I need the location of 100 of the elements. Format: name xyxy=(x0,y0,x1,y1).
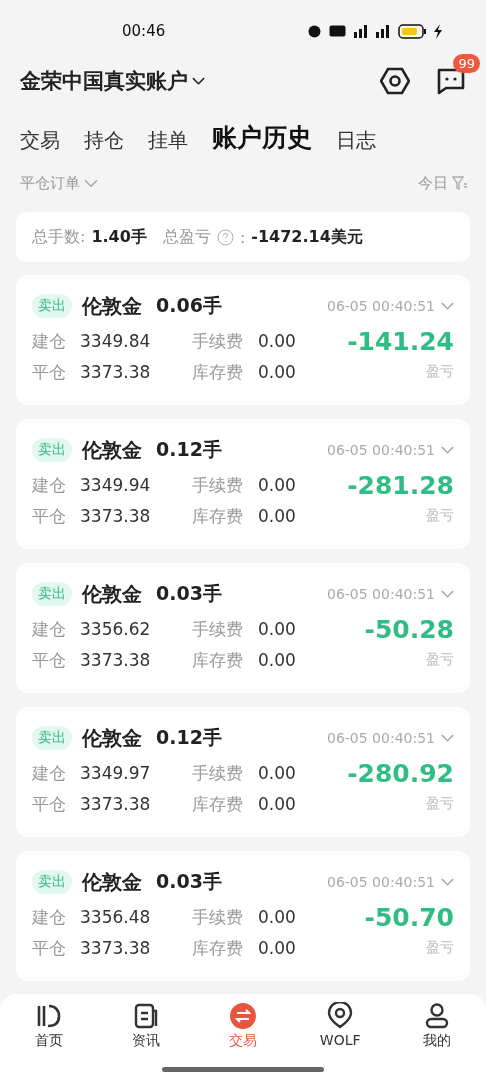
lots: 0.12手 xyxy=(156,437,222,462)
swap-label: 库存费 xyxy=(192,936,244,960)
profit-value: -50.28 xyxy=(364,614,454,644)
profit-label: 盈亏 xyxy=(426,939,454,957)
symbol: 伦敦金 xyxy=(82,724,142,752)
close-label: 平仓 xyxy=(32,360,67,384)
fee-value: 0.00 xyxy=(258,475,297,495)
swap-label: 库存费 xyxy=(192,360,244,384)
symbol: 伦敦金 xyxy=(82,580,142,608)
profit-label: 盈亏 xyxy=(426,363,454,381)
chevron-down-icon xyxy=(192,77,205,85)
chevron-down-icon xyxy=(441,734,454,742)
notification-badge: 99 xyxy=(453,54,480,73)
close-label: 平仓 xyxy=(32,936,67,960)
filter-icon xyxy=(452,175,468,191)
chevron-down-icon xyxy=(441,446,454,454)
tab[interactable]: 持仓 xyxy=(84,127,124,154)
tab[interactable]: 日志 xyxy=(336,127,376,154)
lots: 0.03手 xyxy=(156,869,222,894)
symbol: 伦敦金 xyxy=(82,868,142,896)
close-label: 平仓 xyxy=(32,504,67,528)
order-card[interactable]: 卖出 伦敦金 0.03手 06-05 00:40:51 建仓 3356.62 手续费 0.00 -50.28 平仓 3373.38 库存费 0.00 盈亏 xyxy=(16,563,470,693)
account-selector[interactable]: 金荣中国真实账户 xyxy=(20,67,205,95)
status-time: 00:46 xyxy=(122,22,166,40)
nav-item[interactable]: 首页 xyxy=(0,1002,98,1060)
symbol: 伦敦金 xyxy=(82,436,142,464)
fee-value: 0.00 xyxy=(258,619,297,639)
close-label: 平仓 xyxy=(32,792,67,816)
close-price: 3373.38 xyxy=(80,506,152,526)
tab[interactable]: 交易 xyxy=(20,127,60,154)
open-label: 建仓 xyxy=(32,905,67,929)
lots: 0.06手 xyxy=(156,293,222,318)
colon: : xyxy=(239,227,246,247)
battery-icon xyxy=(398,23,426,39)
nav-item[interactable]: 我的 xyxy=(388,1002,486,1060)
total-pl-label: 总盈亏 xyxy=(162,226,211,248)
lots: 0.12手 xyxy=(156,725,222,750)
swap-label: 库存费 xyxy=(192,504,244,528)
fee-value: 0.00 xyxy=(258,331,297,351)
open-price: 3349.97 xyxy=(80,763,152,783)
side-tag: 卖出 xyxy=(32,726,72,750)
open-label: 建仓 xyxy=(32,473,67,497)
swap-value: 0.00 xyxy=(258,650,297,670)
total-pl: -1472.14美元 xyxy=(251,226,363,248)
profit-label: 盈亏 xyxy=(426,651,454,669)
order-card[interactable]: 卖出 伦敦金 0.12手 06-05 00:40:51 建仓 3349.94 手续费 0.00 -281.28 平仓 3373.38 库存费 0.00 盈亏 xyxy=(16,419,470,549)
close-price: 3373.38 xyxy=(80,650,152,670)
close-price: 3373.38 xyxy=(80,938,152,958)
charging-icon xyxy=(434,23,442,39)
profit-label: 盈亏 xyxy=(426,507,454,525)
side-tag: 卖出 xyxy=(32,438,72,462)
swap-label: 库存费 xyxy=(192,648,244,672)
fee-label: 手续费 xyxy=(192,617,244,641)
open-price: 3356.62 xyxy=(80,619,152,639)
swap-value: 0.00 xyxy=(258,794,297,814)
profit-value: -141.24 xyxy=(347,326,454,356)
fee-value: 0.00 xyxy=(258,763,297,783)
chevron-down-icon xyxy=(441,878,454,886)
signal-icon xyxy=(354,24,368,38)
nav-item[interactable]: 资讯 xyxy=(97,1002,195,1060)
order-card[interactable]: 卖出 伦敦金 0.12手 06-05 00:40:51 建仓 3349.97 手续费 0.00 -280.92 平仓 3373.38 库存费 0.00 盈亏 xyxy=(16,707,470,837)
signal-icon xyxy=(376,24,390,38)
profit-value: -280.92 xyxy=(347,758,454,788)
exchange-icon xyxy=(229,1002,257,1030)
lots: 0.03手 xyxy=(156,581,222,606)
tab[interactable]: 挂单 xyxy=(148,127,188,154)
side-tag: 卖出 xyxy=(32,294,72,318)
swap-value: 0.00 xyxy=(258,506,297,526)
profit-label: 盈亏 xyxy=(426,795,454,813)
chevron-down-icon xyxy=(441,302,454,310)
open-price: 3349.94 xyxy=(80,475,152,495)
close-time: 06-05 00:40:51 xyxy=(327,298,435,314)
profit-value: -50.70 xyxy=(364,902,454,932)
order-card[interactable]: 卖出 伦敦金 0.06手 06-05 00:40:51 建仓 3349.84 手续费 0.00 -141.24 平仓 3373.38 库存费 0.00 盈亏 xyxy=(16,275,470,405)
close-price: 3373.38 xyxy=(80,794,152,814)
tab[interactable]: 账户历史 xyxy=(212,121,312,154)
open-price: 3356.48 xyxy=(80,907,152,927)
side-tag: 卖出 xyxy=(32,870,72,894)
order-card[interactable]: 卖出 伦敦金 0.03手 06-05 00:40:51 建仓 3356.48 手续费 0.00 -50.70 平仓 3373.38 库存费 0.00 盈亏 xyxy=(16,851,470,981)
symbol: 伦敦金 xyxy=(82,292,142,320)
swap-label: 库存费 xyxy=(192,792,244,816)
chevron-down-icon xyxy=(84,178,98,188)
close-time: 06-05 00:40:51 xyxy=(327,586,435,602)
close-time: 06-05 00:40:51 xyxy=(327,874,435,890)
open-label: 建仓 xyxy=(32,329,67,353)
close-time: 06-05 00:40:51 xyxy=(327,442,435,458)
location-pin-icon xyxy=(326,1002,355,1030)
nav-item[interactable]: WOLF xyxy=(291,1002,389,1060)
swap-value: 0.00 xyxy=(258,362,297,382)
fee-label: 手续费 xyxy=(192,329,244,353)
open-label: 建仓 xyxy=(32,761,67,785)
fee-label: 手续费 xyxy=(192,905,244,929)
open-label: 建仓 xyxy=(32,617,67,641)
total-lots: 1.40手 xyxy=(91,226,147,248)
fee-value: 0.00 xyxy=(258,907,297,927)
fee-label: 手续费 xyxy=(192,473,244,497)
open-price: 3349.84 xyxy=(80,331,152,351)
nav-item[interactable]: 交易 xyxy=(194,1002,292,1060)
total-lots-label: 总手数: xyxy=(32,226,86,248)
fee-label: 手续费 xyxy=(192,761,244,785)
